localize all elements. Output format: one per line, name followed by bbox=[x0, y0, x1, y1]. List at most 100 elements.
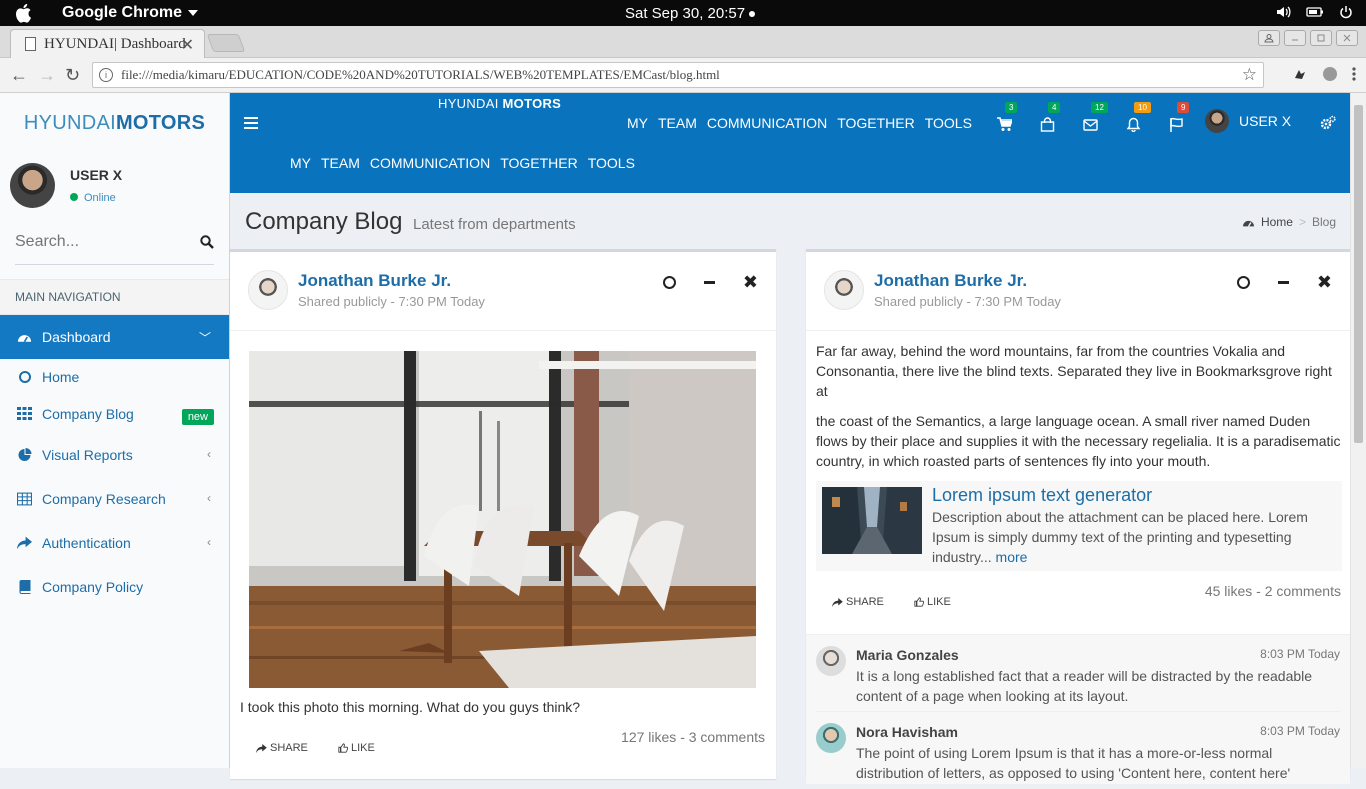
volume-icon[interactable] bbox=[1276, 5, 1292, 19]
profile-icon[interactable] bbox=[1258, 30, 1280, 46]
share-label: SHARE bbox=[846, 596, 884, 608]
chevron-left-icon: ‹ bbox=[207, 491, 211, 505]
post-photo[interactable] bbox=[249, 351, 756, 688]
sidebar-item-dashboard[interactable]: Dashboard ﹀ bbox=[0, 315, 229, 359]
comment-item: Maria Gonzales 8:03 PM Today It is a lon… bbox=[816, 635, 1340, 712]
messages-button[interactable]: 12 bbox=[1069, 102, 1112, 139]
share-icon bbox=[832, 597, 843, 607]
sidebar-item-authentication[interactable]: Authentication ‹ bbox=[0, 521, 229, 565]
post-caption: I took this photo this morning. What do … bbox=[240, 699, 581, 715]
reload-icon[interactable]: ↻ bbox=[65, 65, 80, 86]
attachment-block[interactable]: Lorem ipsum text generator Description a… bbox=[816, 481, 1342, 571]
minimize-icon[interactable] bbox=[1284, 30, 1306, 46]
pie-chart-icon bbox=[18, 448, 32, 461]
like-button[interactable]: LIKE bbox=[338, 742, 375, 754]
search-input[interactable] bbox=[15, 229, 185, 255]
os-clock[interactable]: Sat Sep 30, 20:57 bbox=[625, 5, 756, 22]
cart-button[interactable]: 3 bbox=[983, 102, 1026, 139]
comment-author[interactable]: Nora Havisham bbox=[856, 724, 958, 740]
extension-circle-icon[interactable] bbox=[1322, 66, 1338, 82]
mark-read-icon[interactable] bbox=[1236, 276, 1250, 289]
gears-icon[interactable] bbox=[1320, 115, 1336, 131]
comment-item: Nora Havisham 8:03 PM Today The point of… bbox=[816, 712, 1340, 789]
nav-link-together[interactable]: TOGETHER bbox=[500, 155, 578, 171]
avatar[interactable] bbox=[824, 270, 864, 310]
sidebar-item-company-policy[interactable]: Company Policy bbox=[0, 565, 229, 609]
menu-dots-icon[interactable] bbox=[1352, 66, 1356, 82]
browser-tab[interactable]: HYUNDAI| Dashboard ✕ bbox=[10, 29, 205, 58]
user-status[interactable]: Online bbox=[70, 192, 116, 204]
avatar bbox=[1205, 109, 1229, 133]
post-author[interactable]: Jonathan Burke Jr. bbox=[298, 271, 451, 291]
flag-count-badge: 9 bbox=[1177, 102, 1190, 113]
post-header: Jonathan Burke Jr. Shared publicly - 7:3… bbox=[806, 252, 1350, 331]
collapse-icon[interactable] bbox=[703, 281, 715, 284]
nav-link-communication[interactable]: COMMUNICATION bbox=[370, 155, 490, 171]
window-close-icon[interactable] bbox=[1336, 30, 1358, 46]
post-meta: Shared publicly - 7:30 PM Today bbox=[874, 294, 1061, 309]
hamburger-menu-icon[interactable] bbox=[244, 117, 258, 129]
attachment-title[interactable]: Lorem ipsum text generator bbox=[932, 485, 1152, 506]
sidebar-header: MAIN NAVIGATION bbox=[0, 279, 229, 315]
thumbs-up-icon bbox=[914, 597, 924, 607]
active-app-menu[interactable]: Google Chrome bbox=[62, 4, 199, 22]
collapse-icon[interactable] bbox=[1277, 281, 1289, 284]
breadcrumb-home[interactable]: Home bbox=[1261, 215, 1293, 229]
nav-link-communication[interactable]: COMMUNICATION bbox=[707, 115, 827, 131]
nav-link-my[interactable]: MY bbox=[290, 155, 311, 171]
cart-icon bbox=[997, 116, 1012, 131]
sidebar-item-company-blog[interactable]: Company Blog new bbox=[0, 395, 229, 433]
back-arrow-icon[interactable]: ← bbox=[10, 65, 28, 86]
comment-author[interactable]: Maria Gonzales bbox=[856, 647, 959, 663]
navbar-brand[interactable]: HYUNDAI MOTORS bbox=[438, 96, 561, 111]
nav-link-tools[interactable]: TOOLS bbox=[588, 155, 635, 171]
nav-link-team[interactable]: TEAM bbox=[321, 155, 360, 171]
post-author[interactable]: Jonathan Burke Jr. bbox=[874, 271, 1027, 291]
avatar[interactable] bbox=[10, 163, 55, 208]
nav-link-team[interactable]: TEAM bbox=[658, 115, 697, 131]
share-button[interactable]: SHARE bbox=[832, 596, 884, 608]
address-bar[interactable]: i file:///media/kimaru/EDUCATION/CODE%20… bbox=[92, 62, 1264, 88]
sidebar-item-home[interactable]: Home bbox=[0, 359, 229, 395]
nav-link-my[interactable]: MY bbox=[627, 115, 648, 131]
new-tab-button[interactable] bbox=[206, 34, 246, 52]
scrollbar-thumb[interactable] bbox=[1354, 105, 1363, 443]
mail-count-badge: 12 bbox=[1091, 102, 1108, 113]
power-icon[interactable] bbox=[1338, 5, 1354, 19]
share-button[interactable]: SHARE bbox=[256, 742, 308, 754]
forward-arrow-icon[interactable]: → bbox=[38, 65, 56, 86]
bag-count-badge: 4 bbox=[1048, 102, 1061, 113]
avatar[interactable] bbox=[816, 646, 846, 676]
close-icon[interactable]: ✕ bbox=[181, 35, 194, 55]
search-icon[interactable] bbox=[200, 235, 214, 249]
page-scrollbar[interactable] bbox=[1350, 93, 1366, 768]
page-doc-icon bbox=[25, 37, 36, 51]
mark-read-icon[interactable] bbox=[662, 276, 676, 289]
tasks-button[interactable]: 9 bbox=[1155, 102, 1198, 139]
comments-section: Maria Gonzales 8:03 PM Today It is a lon… bbox=[806, 634, 1350, 789]
nav-link-tools[interactable]: TOOLS bbox=[925, 115, 972, 131]
info-icon[interactable]: i bbox=[99, 68, 113, 82]
user-menu[interactable]: USER X bbox=[1205, 109, 1291, 133]
dashboard-icon bbox=[1242, 220, 1254, 227]
attachment-thumbnail[interactable] bbox=[822, 487, 922, 554]
more-link[interactable]: more bbox=[996, 549, 1028, 565]
notifications-button[interactable]: 10 bbox=[1112, 102, 1155, 139]
shopping-bag-button[interactable]: 4 bbox=[1026, 102, 1069, 139]
box-tools: ✖ bbox=[1236, 273, 1332, 291]
like-button[interactable]: LIKE bbox=[914, 596, 951, 608]
apple-icon[interactable] bbox=[14, 3, 32, 23]
bookmark-star-icon[interactable]: ☆ bbox=[1242, 65, 1257, 85]
avatar[interactable] bbox=[816, 723, 846, 753]
comment-time: 8:03 PM Today bbox=[1260, 724, 1340, 738]
maximize-icon[interactable] bbox=[1310, 30, 1332, 46]
close-icon[interactable]: ✖ bbox=[743, 273, 758, 291]
sidebar-item-visual-reports[interactable]: Visual Reports ‹ bbox=[0, 433, 229, 477]
extension-icon[interactable] bbox=[1292, 66, 1308, 82]
battery-icon[interactable] bbox=[1306, 5, 1324, 19]
avatar[interactable] bbox=[248, 270, 288, 310]
nav-link-together[interactable]: TOGETHER bbox=[837, 115, 915, 131]
close-icon[interactable]: ✖ bbox=[1317, 273, 1332, 291]
sidebar-logo[interactable]: HYUNDAI MOTORS bbox=[0, 93, 229, 153]
sidebar-item-company-research[interactable]: Company Research ‹ bbox=[0, 477, 229, 521]
